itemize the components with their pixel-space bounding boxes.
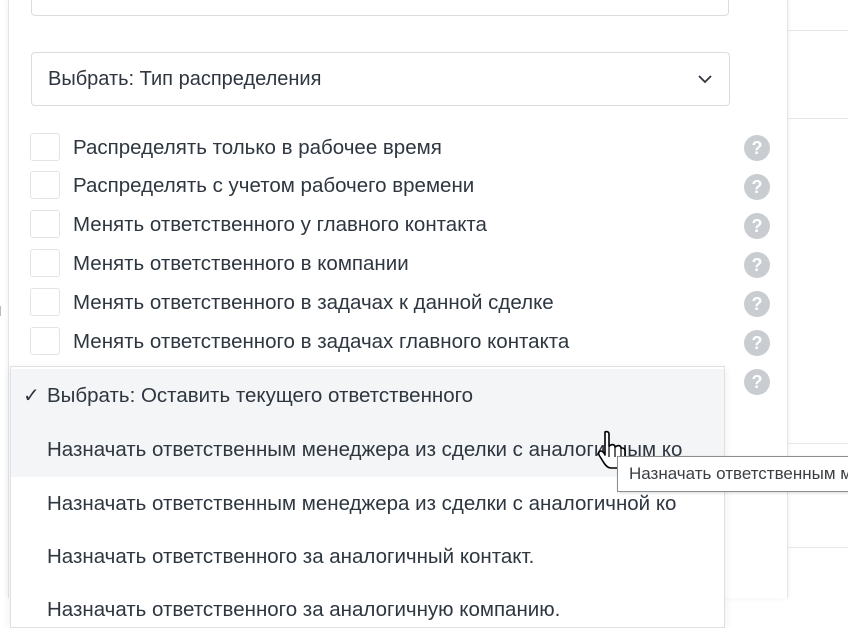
dropdown-option[interactable]: Назначать ответственного за аналогичную … <box>11 583 724 627</box>
option-label: Распределять с учетом рабочего времени <box>73 174 475 197</box>
dropdown-option-label: Назначать ответственным менеджера из сде… <box>47 438 683 461</box>
option-row: Менять ответственного в задачах главного… <box>30 327 770 357</box>
dropdown-option[interactable]: ✓ Выбрать: Оставить текущего ответственн… <box>11 369 724 423</box>
option-checkbox[interactable] <box>30 327 60 355</box>
check-icon: ✓ <box>23 385 40 407</box>
option-checkbox[interactable] <box>30 249 60 277</box>
option-label: Менять ответственного в компании <box>73 252 409 275</box>
option-row: Менять ответственного у главного контакт… <box>30 210 770 240</box>
question-circle-icon[interactable]: ? <box>744 174 770 200</box>
option-label: Менять ответственного в задачах к данной… <box>73 291 554 314</box>
question-circle-icon[interactable]: ? <box>744 135 770 161</box>
bg-divider <box>786 30 848 31</box>
edge-mark <box>0 306 5 316</box>
option-label: Менять ответственного у главного контакт… <box>73 213 487 236</box>
dropdown-option-label: Назначать ответственным менеджера из сде… <box>47 492 677 515</box>
question-circle-icon[interactable]: ? <box>744 291 770 317</box>
tooltip: Назначать ответственным м <box>617 456 848 492</box>
chevron-down-icon <box>698 75 712 84</box>
distribution-type-label: Выбрать: Тип распределения <box>48 67 322 90</box>
option-label: Распределять только в рабочее время <box>73 136 442 159</box>
bg-divider <box>786 443 848 444</box>
option-checkbox[interactable] <box>30 288 60 316</box>
bg-divider <box>786 547 848 548</box>
dropdown-option[interactable]: Назначать ответственного за аналогичный … <box>11 530 724 584</box>
option-row: Распределять только в рабочее время <box>30 133 770 163</box>
option-checkbox[interactable] <box>30 171 60 199</box>
distribution-type-select[interactable]: Выбрать: Тип распределения <box>31 52 730 106</box>
question-circle-icon[interactable]: ? <box>744 252 770 278</box>
dropdown-option-label: Выбрать: Оставить текущего ответственног… <box>47 384 474 407</box>
bg-divider <box>786 118 848 119</box>
dropdown-option-label: Назначать ответственного за аналогичную … <box>47 598 561 621</box>
option-row: Распределять с учетом рабочего времени <box>30 171 770 201</box>
dropdown-option-label: Назначать ответственного за аналогичный … <box>47 545 535 568</box>
option-checkbox[interactable] <box>30 210 60 238</box>
tooltip-text: Назначать ответственным м <box>629 464 848 483</box>
option-row: Менять ответственного в компании <box>30 249 770 279</box>
top-input-field[interactable] <box>31 0 729 16</box>
question-circle-icon[interactable]: ? <box>744 213 770 239</box>
option-checkbox[interactable] <box>30 133 60 161</box>
responsible-dropdown-list: ✓ Выбрать: Оставить текущего ответственн… <box>10 366 725 628</box>
question-circle-icon[interactable]: ? <box>744 369 770 395</box>
option-row: Менять ответственного в задачах к данной… <box>30 288 770 318</box>
option-label: Менять ответственного в задачах главного… <box>73 330 570 353</box>
question-circle-icon[interactable]: ? <box>744 330 770 356</box>
